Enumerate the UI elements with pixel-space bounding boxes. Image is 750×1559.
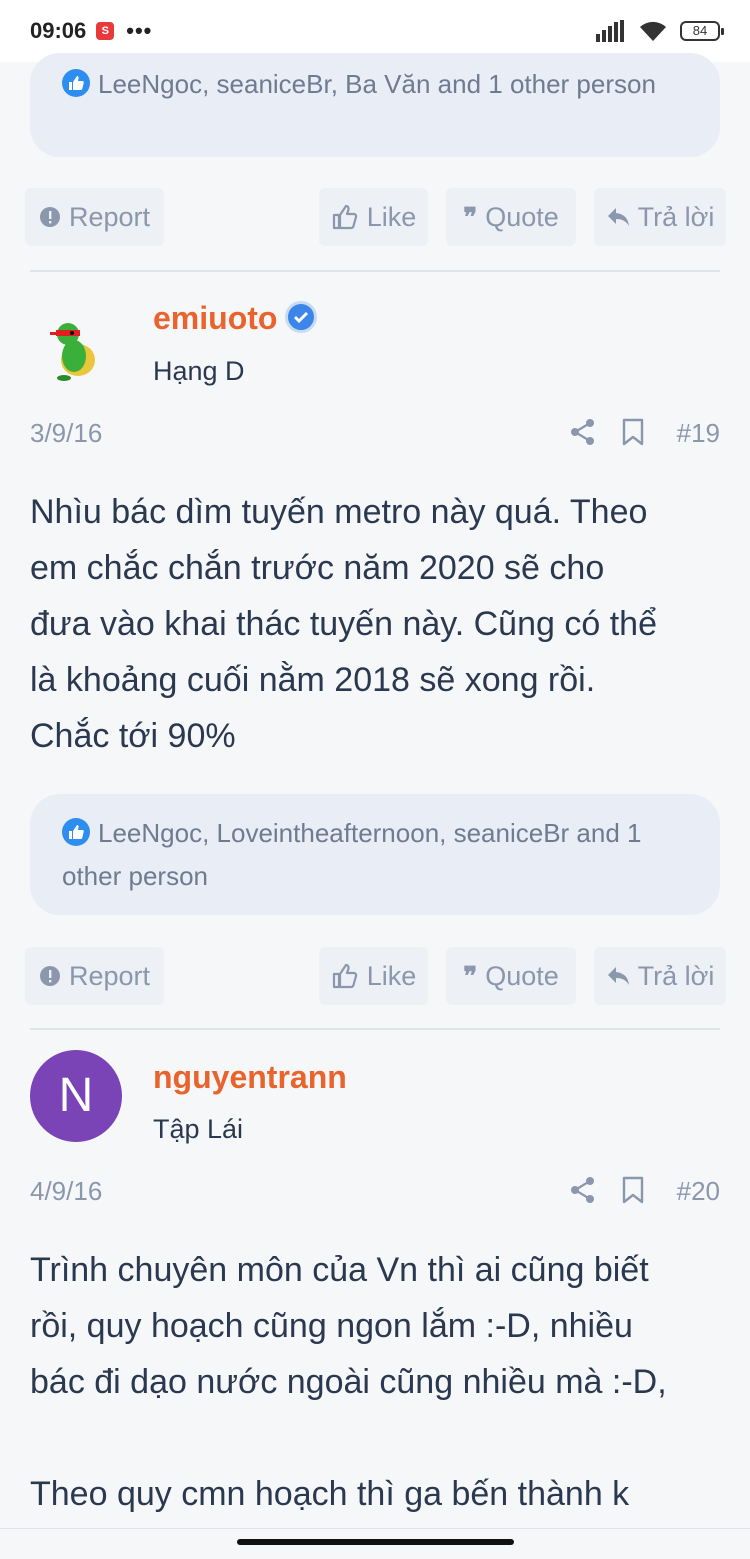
post-line: Theo quy cmn hoạch thì ga bến thành k [30,1475,630,1513]
post-line: Trình chuyên môn của Vn thì ai cũng biết [30,1251,649,1289]
author-name[interactable]: emiuoto [153,300,318,337]
author-rank: Hạng D [153,356,245,386]
post-actions: Report Like ❞ Quote Trả lời [0,188,750,246]
battery-icon: 84 [680,21,724,41]
like-button[interactable]: Like [319,947,428,1005]
reactions-text: LeeNgoc, seaniceBr, Ba Văn and 1 other p… [98,69,656,99]
wifi-icon [640,21,666,41]
thumbs-up-icon [332,204,357,230]
post-date[interactable]: 3/9/16 [30,418,102,449]
post-body: Nhìu bác dìm tuyến metro này quá. Theo e… [30,484,720,764]
quote-icon: ❞ [463,960,478,991]
avatar[interactable]: N [30,1050,122,1142]
post-line: rồi, quy hoạch cũng ngon lắm :-D, nhiều [30,1307,633,1345]
author-name[interactable]: nguyentrann [153,1059,347,1096]
post-divider [30,270,720,272]
bookmark-icon[interactable] [622,418,644,446]
post-date[interactable]: 4/9/16 [30,1176,102,1207]
quote-button[interactable]: ❞ Quote [446,947,576,1005]
reply-label: Trả lời [637,201,715,232]
post-meta: 4/9/16 #20 [30,1176,720,1216]
reactions-summary[interactable]: LeeNgoc, Loveintheafternoon, seaniceBr a… [30,794,720,915]
post-line: Nhìu bác dìm tuyến metro này quá. Theo [30,493,648,531]
reply-icon [607,967,629,985]
post-line: đưa vào khai thác tuyến này. Cũng có thể [30,605,657,643]
post-line: Chắc tới 90% [30,717,236,755]
report-label: Report [68,960,151,991]
author-rank: Tập Lái [153,1114,244,1144]
reactions-text: LeeNgoc, Loveintheafternoon, seaniceBr a… [62,818,642,891]
report-button[interactable]: Report [25,947,164,1005]
signal-icon [596,20,624,42]
more-notifications-icon: ••• [126,18,153,43]
reply-label: Trả lời [637,960,715,991]
avatar[interactable] [48,320,100,382]
report-icon [39,207,60,227]
turtle-avatar-icon [50,323,95,381]
post-body: Trình chuyên môn của Vn thì ai cũng biết… [30,1242,720,1522]
report-button[interactable]: Report [25,188,164,246]
share-icon[interactable] [570,418,596,446]
report-label: Report [68,201,151,232]
post-line [30,1410,720,1466]
post-number[interactable]: #20 [677,1176,720,1207]
thumbs-up-icon [332,963,357,989]
like-reaction-icon [62,818,90,846]
post-line: là khoảng cuối nằm 2018 sẽ xong rồi. [30,661,596,699]
navigation-bar [0,1528,750,1559]
report-icon [39,966,60,986]
verified-icon [285,301,318,333]
post-number[interactable]: #19 [677,418,720,449]
like-reaction-icon [62,69,90,97]
shopee-notification-icon: S [96,22,115,40]
post-line: em chắc chắn trước năm 2020 sẽ cho [30,549,605,587]
status-time: 09:06 [30,18,87,43]
post-meta: 3/9/16 #19 [30,418,720,458]
like-button[interactable]: Like [319,188,428,246]
author-name-text: emiuoto [153,300,278,336]
post-divider [30,1028,720,1030]
share-icon[interactable] [570,1176,596,1204]
reply-icon [607,208,629,226]
quote-label: Quote [485,201,559,232]
quote-button[interactable]: ❞ Quote [446,188,576,246]
reply-button[interactable]: Trả lời [594,947,726,1005]
post-actions: Report Like ❞ Quote Trả lời [0,947,750,1005]
quote-label: Quote [485,960,559,991]
like-label: Like [366,201,417,232]
home-indicator[interactable] [237,1539,514,1545]
post-line: bác đi dạo nước ngoài cũng nhiều mà :-D, [30,1363,667,1401]
reactions-summary[interactable]: LeeNgoc, seaniceBr, Ba Văn and 1 other p… [30,53,720,157]
like-label: Like [366,960,417,991]
reply-button[interactable]: Trả lời [594,188,726,246]
quote-icon: ❞ [463,201,478,232]
bookmark-icon[interactable] [622,1176,644,1204]
